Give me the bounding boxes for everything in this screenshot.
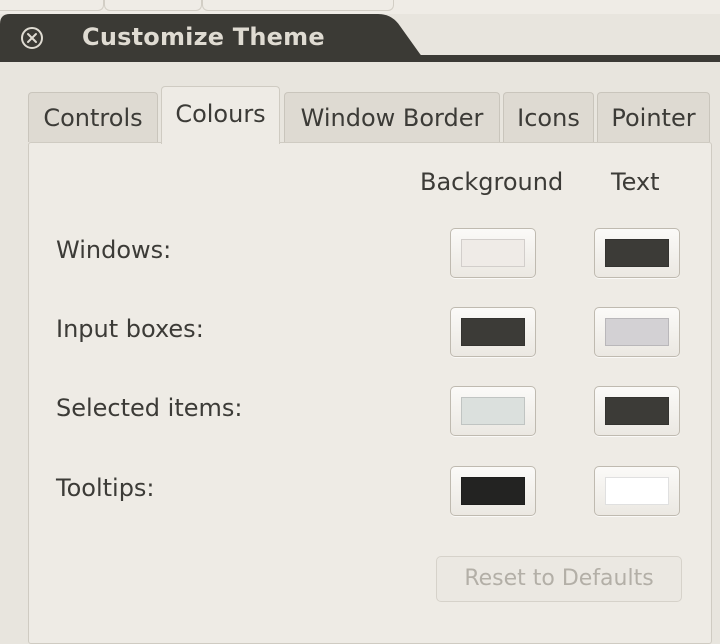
tooltips-text-color-button[interactable]: [594, 466, 680, 516]
tab-pointer[interactable]: Pointer: [597, 92, 710, 142]
text-column-header: Text: [611, 168, 660, 196]
top-strip: [0, 0, 720, 14]
tooltips-background-color-button[interactable]: [450, 466, 536, 516]
selected-items-text-color-button[interactable]: [594, 386, 680, 436]
tooltips-background-swatch: [461, 477, 525, 505]
tab-window-border[interactable]: Window Border: [284, 92, 500, 142]
title-bar: Customize Theme: [0, 14, 720, 62]
windows-background-swatch: [461, 239, 525, 267]
close-button[interactable]: [20, 26, 44, 50]
tab-controls[interactable]: Controls: [28, 92, 158, 142]
background-tab-edge: [202, 0, 394, 11]
windows-label: Windows:: [56, 236, 172, 264]
windows-background-color-button[interactable]: [450, 228, 536, 278]
selected-items-text-swatch: [605, 397, 669, 425]
selected-items-background-color-button[interactable]: [450, 386, 536, 436]
input-boxes-background-swatch: [461, 318, 525, 346]
background-tab-edge: [0, 0, 104, 11]
tooltips-label: Tooltips:: [56, 474, 155, 502]
tab-icons[interactable]: Icons: [503, 92, 594, 142]
input-boxes-text-swatch: [605, 318, 669, 346]
tooltips-text-swatch: [605, 477, 669, 505]
selected-items-background-swatch: [461, 397, 525, 425]
tab-colours[interactable]: Colours: [161, 86, 280, 144]
input-boxes-label: Input boxes:: [56, 315, 204, 343]
reset-to-defaults-button[interactable]: Reset to Defaults: [436, 556, 682, 602]
window-title: Customize Theme: [82, 23, 325, 51]
input-boxes-text-color-button[interactable]: [594, 307, 680, 357]
background-tab-edge: [104, 0, 202, 11]
background-column-header: Background: [420, 168, 564, 196]
windows-text-color-button[interactable]: [594, 228, 680, 278]
close-icon: [21, 27, 43, 49]
windows-text-swatch: [605, 239, 669, 267]
selected-items-label: Selected items:: [56, 394, 243, 422]
input-boxes-background-color-button[interactable]: [450, 307, 536, 357]
